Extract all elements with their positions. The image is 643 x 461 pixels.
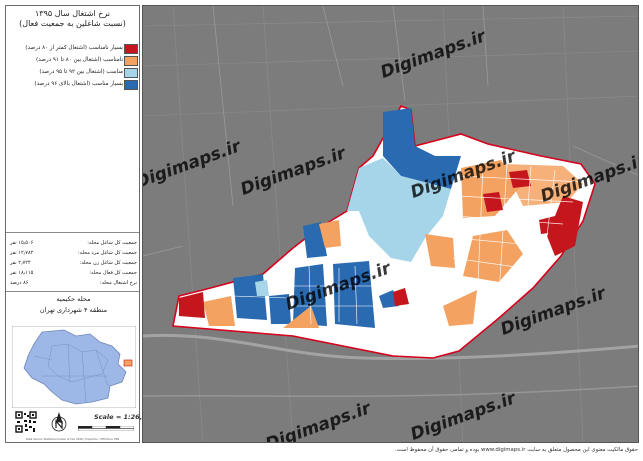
- legend-item-good: مناسب (اشتغال بین ۹۲ تا ۹۵ درصد): [9, 66, 139, 78]
- stat-row: جمعیت کل شاغل محله: ۱۵٫۵۰۶ نفر: [10, 238, 137, 248]
- statistics: جمعیت کل شاغل محله: ۱۵٫۵۰۶ نفر جمعیت کل …: [10, 238, 137, 288]
- legend-swatch: [124, 80, 138, 90]
- stat-value: ۱۵٫۵۰۶ نفر: [10, 240, 34, 246]
- stat-value: ۱۲٫۷۸۲ نفر: [10, 250, 34, 256]
- legend: بسیار نامناسب (اشتغال کمتر از ۸۰ درصد) ن…: [9, 42, 139, 90]
- stat-label: جمعیت کل فعال محله:: [89, 270, 137, 276]
- legend-item-very-good: بسیار مناسب (اشتغال بالای ۹۶ درصد): [9, 78, 139, 90]
- stat-label: جمعیت کل شاغل مرد محله:: [77, 250, 137, 256]
- stat-label: جمعیت کل شاغل محله:: [87, 240, 137, 246]
- divider: [6, 291, 139, 292]
- map-sheet: نرخ اشتغال سال ۱۳۹۵ (نسبت شاغلین به جمعی…: [0, 0, 643, 461]
- highlighted-neighborhood: [123, 359, 133, 367]
- legend-item-poor: نامناسب (اشتغال بین ۸۰ تا ۹۱ درصد): [9, 54, 139, 66]
- legend-swatch: [124, 68, 138, 78]
- stat-value: ۸۶ درصد: [10, 280, 29, 286]
- map-title-line1: نرخ اشتغال سال ۱۳۹۵: [34, 9, 111, 18]
- legend-label: مناسب (اشتغال بین ۹۲ تا ۹۵ درصد): [39, 69, 123, 75]
- legend-label: بسیار مناسب (اشتغال بالای ۹۶ درصد): [34, 81, 123, 87]
- legend-item-very-poor: بسیار نامناسب (اشتغال کمتر از ۸۰ درصد): [9, 42, 139, 54]
- stat-row: جمعیت کل شاغل زن محله: ۲٫۷۲۴ نفر: [10, 258, 137, 268]
- zone-good[interactable]: [255, 280, 269, 296]
- stat-row: جمعیت کل شاغل مرد محله: ۱۲٫۷۸۲ نفر: [10, 248, 137, 258]
- qr-code-icon: [15, 411, 37, 433]
- stat-row: جمعیت کل فعال محله: ۱۸٫۱۱۵ نفر: [10, 268, 137, 278]
- copyright-footer: حقوق مالکیت معنوی این محصول متعلق به سای…: [394, 447, 638, 453]
- legend-label: بسیار نامناسب (اشتغال کمتر از ۸۰ درصد): [25, 45, 123, 51]
- stat-label: نرخ اشتغال محله:: [99, 280, 137, 286]
- map-title-line2: (نسبت شاغلین به جمعیت فعال): [19, 19, 126, 28]
- scale-bar: [78, 426, 134, 431]
- legend-swatch: [124, 44, 138, 54]
- divider: [6, 232, 139, 233]
- data-source-credit: Data Source: Statistical Center of Iran …: [26, 438, 119, 441]
- legend-label: نامناسب (اشتغال بین ۸۰ تا ۹۱ درصد): [36, 57, 123, 63]
- stat-label: جمعیت کل شاغل زن محله:: [79, 260, 137, 266]
- map-title: نرخ اشتغال سال ۱۳۹۵ (نسبت شاغلین به جمعی…: [8, 9, 137, 29]
- stat-value: ۲٫۷۲۴ نفر: [10, 260, 31, 266]
- stat-row: نرخ اشتغال محله: ۸۶ درصد: [10, 278, 137, 288]
- inset-locator-map: [12, 326, 136, 408]
- neighborhood-name: محله حکیمیه: [56, 295, 91, 303]
- legend-panel: نرخ اشتغال سال ۱۳۹۵ (نسبت شاغلین به جمعی…: [5, 5, 156, 443]
- thematic-map[interactable]: Digimaps.ir Digimaps.ir Digimaps.ir Digi…: [142, 5, 639, 443]
- stat-value: ۱۸٫۱۱۵ نفر: [10, 270, 34, 276]
- district-outline: [23, 329, 127, 405]
- district-name: منطقه ۴ شهرداری تهران: [39, 306, 108, 314]
- legend-swatch: [124, 56, 138, 66]
- north-arrow-icon: [51, 412, 67, 432]
